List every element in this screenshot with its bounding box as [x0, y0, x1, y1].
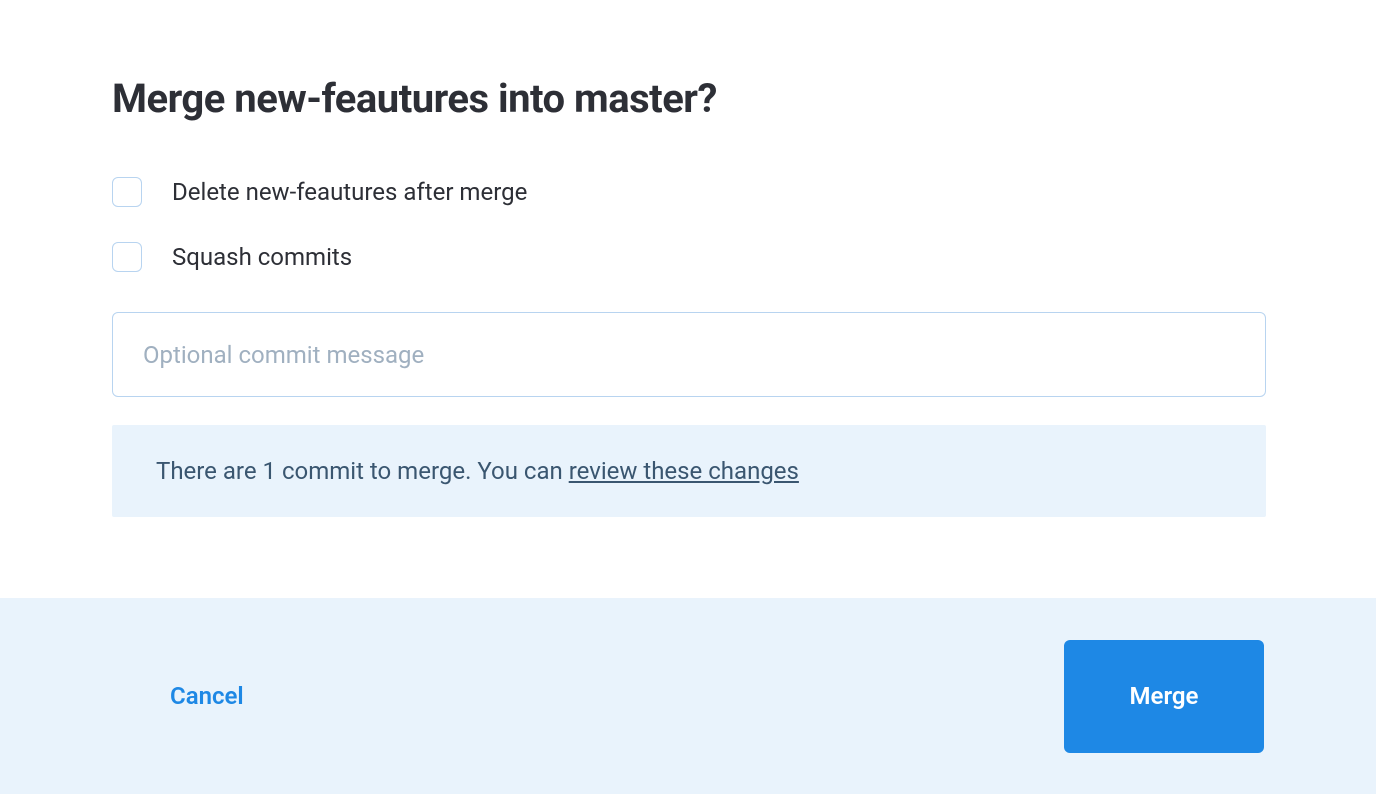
info-text: There are 1 commit to merge. You can rev…	[156, 457, 799, 485]
merge-button[interactable]: Merge	[1064, 640, 1264, 753]
dialog-footer: Cancel Merge	[0, 598, 1376, 794]
delete-branch-row: Delete new-feautures after merge	[112, 177, 1264, 207]
squash-commits-row: Squash commits	[112, 242, 1264, 272]
delete-branch-checkbox[interactable]	[112, 177, 142, 207]
squash-commits-checkbox[interactable]	[112, 242, 142, 272]
review-changes-link[interactable]: review these changes	[569, 457, 799, 485]
dialog-title: Merge new-feautures into master?	[112, 75, 1264, 122]
squash-commits-label: Squash commits	[172, 243, 352, 271]
merge-dialog-content: Merge new-feautures into master? Delete …	[0, 0, 1376, 557]
commit-message-input[interactable]	[112, 312, 1266, 397]
delete-branch-label: Delete new-feautures after merge	[172, 178, 527, 206]
cancel-button[interactable]: Cancel	[170, 682, 244, 710]
info-text-before: There are 1 commit to merge. You can	[156, 457, 569, 485]
info-banner: There are 1 commit to merge. You can rev…	[112, 425, 1266, 517]
